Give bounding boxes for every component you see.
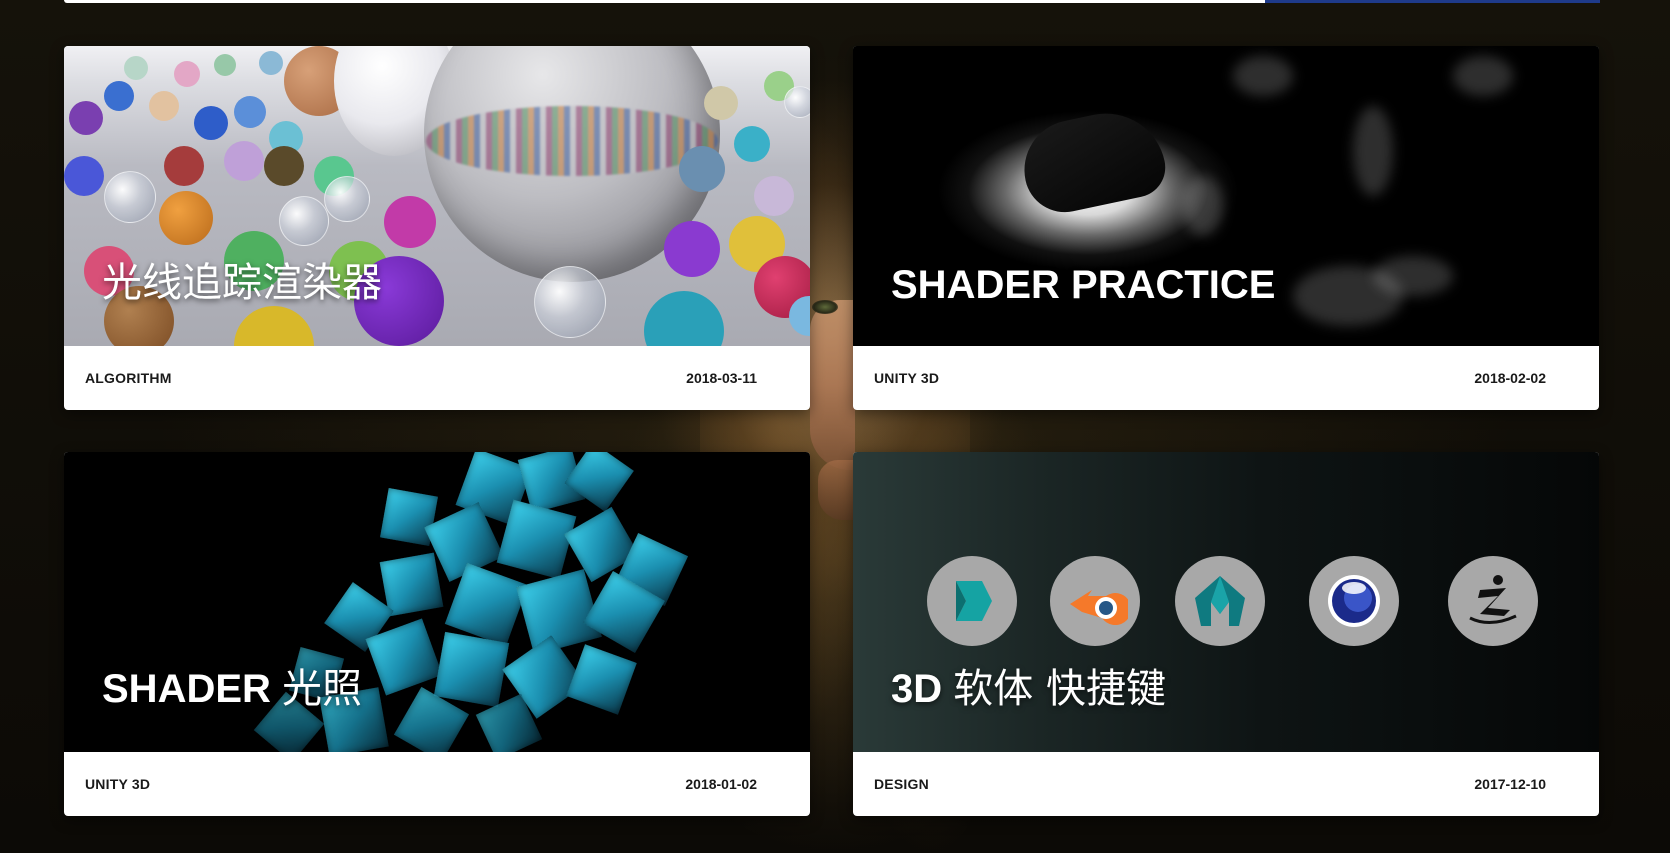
post-thumbnail: 光线追踪渲染器 [64,46,810,346]
post-title-cjk: 软体 快捷键 [953,666,1166,712]
post-date: 2018-03-11 [686,370,757,386]
post-meta: UNITY 3D 2018-02-02 [853,346,1599,410]
post-title-latin: 3D [891,667,943,711]
post-title: SHADER PRACTICE [891,263,1276,307]
post-date: 2017-12-10 [1474,776,1546,792]
background-face [810,300,855,470]
post-title-latin: SHADER [102,667,271,711]
post-card-raytracer[interactable]: 光线追踪渲染器 ALGORITHM 2018-03-11 [64,46,810,410]
post-date: 2018-02-02 [1474,370,1546,386]
post-meta: ALGORITHM 2018-03-11 [64,346,810,410]
post-category[interactable]: UNITY 3D [874,370,939,386]
post-meta: UNITY 3D 2018-01-02 [64,752,810,816]
post-thumbnail: SHADER PRACTICE [853,46,1599,346]
post-card-3d-shortcuts[interactable]: 3D 软体 快捷键 DESIGN 2017-12-10 [853,452,1599,816]
cinema4d-icon [1309,556,1399,646]
post-title: 3D 软体 快捷键 [891,656,1166,714]
post-category[interactable]: UNITY 3D [85,776,150,792]
post-date: 2018-01-02 [685,776,757,792]
3ds-max-icon [927,556,1017,646]
post-title-cjk: 光照 [282,666,363,712]
post-card-shader-lighting[interactable]: SHADER 光照 UNITY 3D 2018-01-02 [64,452,810,816]
blender-icon [1050,556,1140,646]
silhouette-hand [1015,102,1171,220]
post-title: SHADER 光照 [102,656,362,714]
post-card-shader-practice[interactable]: SHADER PRACTICE UNITY 3D 2018-02-02 [853,46,1599,410]
post-thumbnail: SHADER 光照 [64,452,810,752]
background-chin [818,460,854,520]
previous-card-edge-accent [1265,0,1600,3]
maya-icon [1175,556,1265,646]
post-meta: DESIGN 2017-12-10 [853,752,1599,816]
post-title: 光线追踪渲染器 [102,260,382,306]
post-thumbnail: 3D 软体 快捷键 [853,452,1599,752]
zbrush-icon [1448,556,1538,646]
background-eye [812,300,838,314]
post-category[interactable]: DESIGN [874,776,929,792]
post-category[interactable]: ALGORITHM [85,370,172,386]
